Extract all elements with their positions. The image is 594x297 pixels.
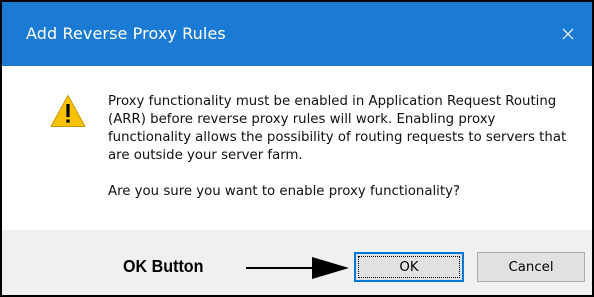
warning-icon bbox=[50, 95, 86, 127]
close-icon bbox=[562, 28, 574, 40]
dialog-title: Add Reverse Proxy Rules bbox=[26, 24, 226, 43]
ok-button[interactable]: OK bbox=[354, 252, 464, 282]
warning-message: Proxy functionality must be enabled in A… bbox=[108, 94, 567, 163]
title-bar[interactable]: Add Reverse Proxy Rules bbox=[2, 2, 592, 66]
focus-ring bbox=[358, 256, 460, 278]
message-text: Proxy functionality must be enabled in A… bbox=[108, 93, 568, 201]
cancel-button[interactable]: Cancel bbox=[477, 252, 585, 282]
annotation-arrow-icon bbox=[246, 257, 349, 279]
close-button[interactable] bbox=[550, 16, 586, 52]
dialog-window: Add Reverse Proxy Rules Proxy functional… bbox=[0, 0, 594, 297]
annotation-label: OK Button bbox=[123, 256, 204, 276]
cancel-button-label: Cancel bbox=[508, 259, 554, 275]
button-bar: OK Button OK Cancel bbox=[2, 230, 592, 295]
confirmation-question: Are you sure you want to enable proxy fu… bbox=[108, 184, 460, 199]
